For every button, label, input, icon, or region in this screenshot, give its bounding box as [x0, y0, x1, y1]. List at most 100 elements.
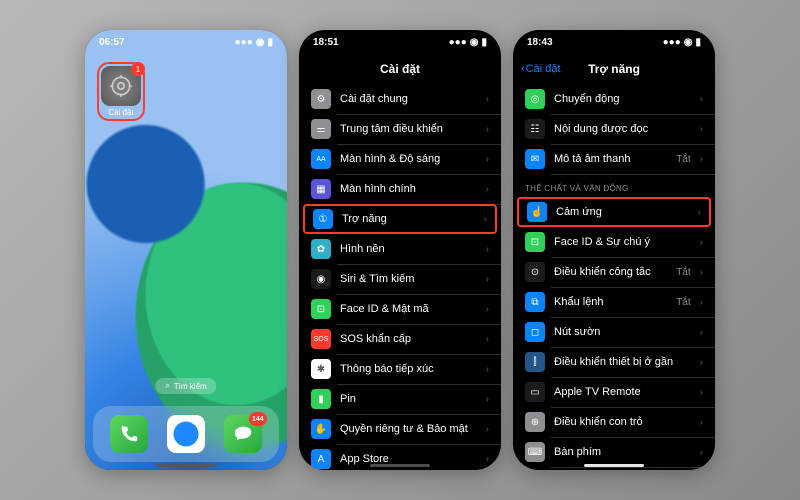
safari-app[interactable] — [167, 415, 205, 453]
spotlight-search[interactable]: ⌕ Tìm kiếm — [155, 378, 216, 394]
row-label: Apple TV Remote — [554, 386, 691, 398]
settings-row-kh-u-l-nh[interactable]: ⧉Khẩu lệnhTắt› — [513, 287, 715, 317]
search-icon: ⌕ — [165, 381, 169, 391]
signal-icon: ●●● — [235, 37, 253, 48]
message-icon — [232, 423, 254, 445]
row-label: SOS khẩn cấp — [340, 333, 477, 345]
battery-icon: ▮ — [267, 37, 273, 48]
flower-icon: ✿ — [311, 239, 331, 259]
row-value: Tắt — [676, 267, 690, 278]
row-label: Quyền riêng tư & Bảo mật — [340, 423, 477, 435]
settings-row-m-n-h-nh-ch-nh[interactable]: ▦Màn hình chính› — [299, 174, 501, 204]
chevron-right-icon: › — [486, 394, 489, 405]
chevron-right-icon: › — [484, 214, 487, 225]
settings-row-b-n-ph-m[interactable]: ⌨Bàn phím› — [513, 437, 715, 467]
settings-row-m-n-h-nh-s-ng[interactable]: AAMàn hình & Độ sáng› — [299, 144, 501, 174]
settings-row-c-i-t-chung[interactable]: ⚙Cài đặt chung› — [299, 84, 501, 114]
row-label: Cảm ứng — [556, 206, 689, 218]
settings-row-airpods[interactable]: ⋒AirPods› — [513, 467, 715, 470]
settings-list[interactable]: ⚙Cài đặt chung›⚌Trung tâm điều khiển›AAM… — [299, 84, 501, 470]
settings-row-sos-kh-n-c-p[interactable]: SOSSOS khẩn cấp› — [299, 324, 501, 354]
signal-icon: ●●● — [449, 37, 467, 48]
speech-icon: ☷ — [525, 119, 545, 139]
battery-icon: ▮ — [695, 37, 701, 48]
settings-app[interactable]: 1 — [101, 66, 141, 106]
chevron-right-icon: › — [486, 364, 489, 375]
wifi-icon: ◉ — [470, 37, 479, 48]
motion-icon: ◎ — [525, 89, 545, 109]
settings-row-c-m-ng[interactable]: ☝Cảm ứng› — [517, 197, 711, 227]
row-label: Mô tả âm thanh — [554, 153, 667, 165]
row-label: Điều khiển thiết bị ở gần — [554, 356, 691, 368]
chevron-right-icon: › — [486, 454, 489, 465]
home-indicator[interactable] — [370, 464, 430, 467]
wifi-icon: ◉ — [684, 37, 693, 48]
section-header: THỂ CHẤT VÀ VẬN ĐỘNG — [513, 174, 715, 197]
chevron-right-icon: › — [700, 387, 703, 398]
back-button[interactable]: ‹ Cài đặt — [521, 63, 561, 75]
chevron-right-icon: › — [486, 304, 489, 315]
home-screen: 06:57 ●●● ◉ ▮ 1 Cài đặt ⌕ Tìm kiếm — [85, 30, 287, 470]
pointer-icon: ⊕ — [525, 412, 545, 432]
settings-row-siri-t-m-ki-m[interactable]: ◉Siri & Tìm kiếm› — [299, 264, 501, 294]
battery-icon: ▮ — [311, 389, 331, 409]
status-bar: 18:43 ●●● ◉ ▮ — [513, 30, 715, 54]
wifi-icon: ◉ — [256, 37, 265, 48]
hand-icon: ✋ — [311, 419, 331, 439]
status-time: 18:51 — [313, 37, 339, 48]
chevron-right-icon: › — [700, 154, 703, 165]
settings-row-chuy-n-ng[interactable]: ◎Chuyển động› — [513, 84, 715, 114]
gear-icon — [108, 73, 134, 99]
sliders-icon: ⚌ — [311, 119, 331, 139]
settings-row-face-id-s-ch-[interactable]: ⊡Face ID & Sự chú ý› — [513, 227, 715, 257]
messages-app[interactable]: 144 — [224, 415, 262, 453]
page-title: Cài đặt — [380, 62, 420, 76]
row-label: Thông báo tiếp xúc — [340, 363, 477, 375]
settings-row--i-u-khi-n-thi-t-b-g-n[interactable]: ⫿Điều khiển thiết bị ở gần› — [513, 347, 715, 377]
chevron-right-icon: › — [486, 124, 489, 135]
settings-row-face-id-m-t-m-[interactable]: ⊡Face ID & Mật mã› — [299, 294, 501, 324]
touch-icon: ☝ — [527, 202, 547, 222]
status-time: 18:43 — [527, 37, 553, 48]
settings-row-n-i-dung-c-c[interactable]: ☷Nội dung được đọc› — [513, 114, 715, 144]
settings-row-th-ng-b-o-ti-p-x-c[interactable]: ✱Thông báo tiếp xúc› — [299, 354, 501, 384]
settings-row-tr-n-ng[interactable]: ①Trợ năng› — [303, 204, 497, 234]
settings-row-quy-n-ri-ng-t-b-o-m-t[interactable]: ✋Quyền riêng tư & Bảo mật› — [299, 414, 501, 444]
settings-row--i-u-khi-n-c-ng-t-c[interactable]: ⊙Điều khiển công tắcTắt› — [513, 257, 715, 287]
chevron-right-icon: › — [486, 274, 489, 285]
row-label: Khẩu lệnh — [554, 296, 667, 308]
settings-badge: 1 — [131, 62, 145, 76]
settings-row--i-u-khi-n-con-tr-[interactable]: ⊕ Điều khiển con trỏ › — [513, 407, 715, 437]
chevron-right-icon: › — [700, 94, 703, 105]
accessibility-list[interactable]: ◎Chuyển động›☷Nội dung được đọc›✉Mô tả â… — [513, 84, 715, 470]
appstore-icon: A — [311, 449, 331, 469]
voice-icon: ⧉ — [525, 292, 545, 312]
phone-app[interactable] — [110, 415, 148, 453]
status-icons: ●●● ◉ ▮ — [449, 37, 487, 48]
home-indicator[interactable] — [584, 464, 644, 467]
settings-row-h-nh-n-n[interactable]: ✿Hình nền› — [299, 234, 501, 264]
search-label: Tìm kiếm — [174, 382, 207, 391]
row-label: Điều khiển con trỏ — [554, 416, 691, 428]
settings-row-apple-tv-remote[interactable]: ▭Apple TV Remote› — [513, 377, 715, 407]
chevron-right-icon: › — [700, 417, 703, 428]
AA-icon: AA — [311, 149, 331, 169]
row-value: Tắt — [676, 154, 690, 165]
settings-row-trung-t-m-i-u-khi-n[interactable]: ⚌Trung tâm điều khiển› — [299, 114, 501, 144]
chevron-right-icon: › — [486, 94, 489, 105]
switch-icon: ⊙ — [525, 262, 545, 282]
status-icons: ●●● ◉ ▮ — [663, 37, 701, 48]
status-bar: 06:57 ●●● ◉ ▮ — [85, 30, 287, 54]
phone-icon — [118, 423, 140, 445]
nav-bar: Cài đặt — [299, 54, 501, 84]
row-label: Nội dung được đọc — [554, 123, 691, 135]
home-indicator[interactable] — [156, 464, 216, 467]
SOS-icon: SOS — [311, 329, 331, 349]
grid-icon: ▦ — [311, 179, 331, 199]
messages-badge: 144 — [249, 412, 267, 426]
settings-row-pin[interactable]: ▮Pin› — [299, 384, 501, 414]
row-value: Tắt — [676, 297, 690, 308]
dock: 144 — [93, 406, 279, 462]
settings-row-n-t-s-n[interactable]: ◻Nút sườn› — [513, 317, 715, 347]
settings-row-m-t-m-thanh[interactable]: ✉Mô tả âm thanhTắt› — [513, 144, 715, 174]
